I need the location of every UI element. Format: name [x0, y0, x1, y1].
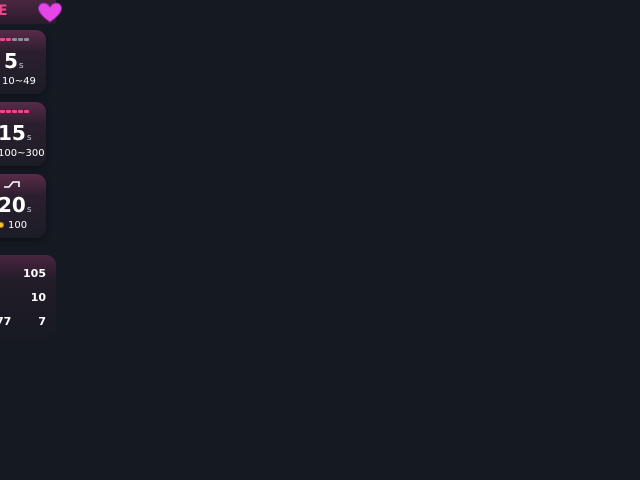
dash-meter-icon: [0, 38, 30, 42]
card-1-value: 5s: [4, 49, 24, 73]
step-arrow-icon: [4, 181, 20, 188]
heart-icon[interactable]: [36, 0, 64, 24]
card-3-range: 100: [0, 220, 27, 232]
timer-card-1[interactable]: 5s 10~49: [0, 30, 46, 94]
card-2-range: 100~300: [0, 148, 45, 159]
stat-row-3-value: 7: [38, 315, 46, 328]
card-2-value: 15s: [0, 121, 32, 145]
card-3-value: 20s: [0, 193, 32, 217]
header-glyph: E: [0, 3, 8, 19]
coin-icon: [0, 222, 4, 228]
stat-row-3-left: 77: [0, 315, 12, 328]
page: E 5s 10~49 15s 100~300 20s 100 105 10 77…: [0, 0, 640, 480]
timer-card-3[interactable]: 20s 100: [0, 174, 46, 238]
stat-row-2-value: 10: [30, 291, 46, 304]
stat-row-1-value: 105: [23, 267, 46, 280]
stats-panel: 105 10 77 7: [0, 255, 56, 339]
dash-meter-icon: [0, 110, 30, 114]
timer-card-2[interactable]: 15s 100~300: [0, 102, 46, 166]
card-1-range: 10~49: [2, 76, 36, 87]
